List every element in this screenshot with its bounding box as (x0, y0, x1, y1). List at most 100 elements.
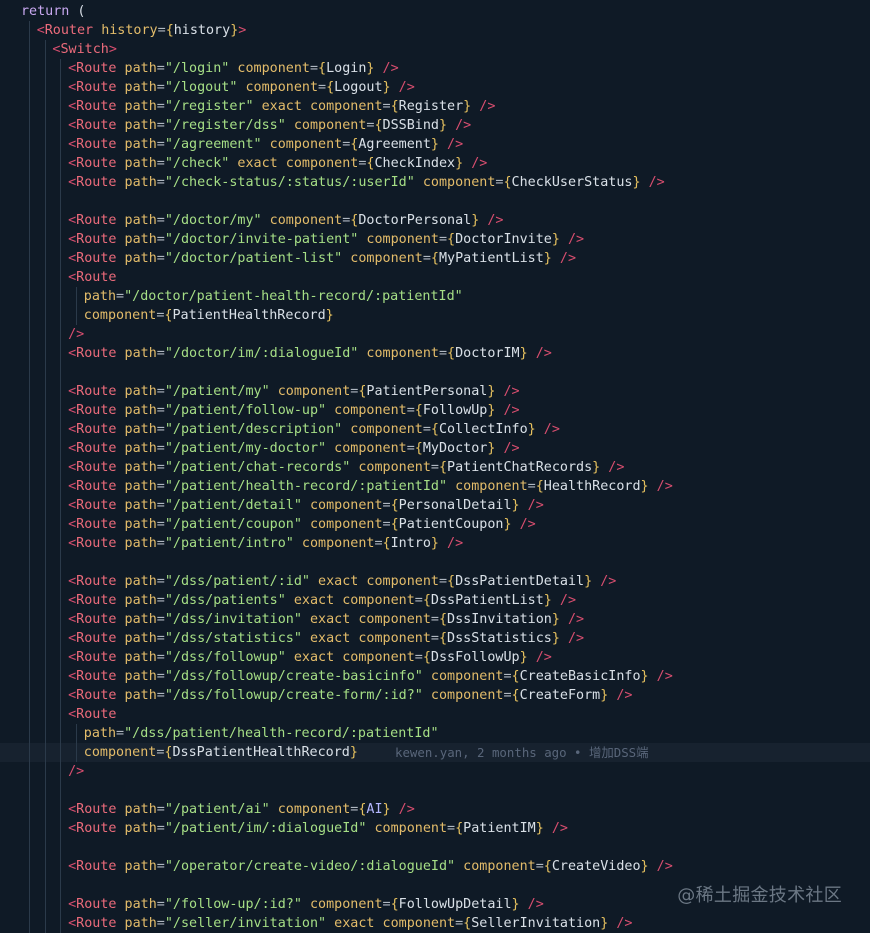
code-line[interactable]: <Route (0, 705, 870, 724)
code-token: /> (656, 859, 673, 874)
code-line[interactable] (0, 781, 870, 800)
code-line[interactable]: <Route path="/patient/my-doctor" compone… (0, 439, 870, 458)
indent-guide (45, 477, 46, 496)
code-line[interactable]: <Route path="/doctor/my" component={Doct… (0, 211, 870, 230)
code-token: /> (447, 536, 464, 551)
code-text: <Route path="/patient/detail" component=… (68, 496, 544, 515)
code-line[interactable]: <Route path="/dss/statistics" exact comp… (0, 629, 870, 648)
code-token: < (68, 536, 77, 551)
code-line[interactable]: <Route path="/patient/coupon" component=… (0, 515, 870, 534)
code-token: < (68, 669, 77, 684)
code-token: Route (76, 175, 117, 190)
code-line[interactable]: <Route path="/patient/detail" component=… (0, 496, 870, 515)
code-token: /> (616, 916, 633, 931)
code-token: = (156, 441, 165, 456)
code-line[interactable]: <Route path="/dss/invitation" exact comp… (0, 610, 870, 629)
code-line[interactable]: <Route path="/patient/intro" component={… (0, 534, 870, 553)
code-token: "/agreement" (164, 137, 262, 152)
code-line[interactable]: <Route path="/patient/ai" component={AI}… (0, 800, 870, 819)
code-line[interactable]: <Route path="/dss/followup/create-form/:… (0, 686, 870, 705)
code-token: Route (76, 650, 117, 665)
indent-guide (60, 154, 61, 173)
code-token: = (156, 80, 165, 95)
code-token: } (543, 251, 552, 266)
code-line[interactable] (0, 838, 870, 857)
code-line[interactable]: <Route path="/doctor/im/:dialogueId" com… (0, 344, 870, 363)
code-line[interactable]: <Route path="/agreement" component={Agre… (0, 135, 870, 154)
code-token: } (592, 460, 601, 475)
code-token: "/patient/description" (164, 422, 343, 437)
code-editor[interactable]: return (<Router history={history}> <Switc… (0, 0, 870, 933)
indent-guide (45, 553, 46, 572)
code-line[interactable] (0, 192, 870, 211)
code-token: "/patient/chat-records" (164, 460, 351, 475)
code-token: "/check-status/:status/:userId" (164, 175, 415, 190)
code-text: <Router history={history}> (37, 21, 247, 40)
code-token: Route (76, 517, 117, 532)
code-token: component (334, 403, 407, 418)
code-line[interactable]: <Route path="/dss/followup" exact compon… (0, 648, 870, 667)
indent-guide (60, 534, 61, 553)
code-token: component (455, 479, 528, 494)
indent-guide (60, 116, 61, 135)
code-token: HealthRecord (543, 479, 641, 494)
code-line[interactable]: <Route path="/patient/description" compo… (0, 420, 870, 439)
code-line[interactable]: <Route path="/patient/im/:dialogueId" co… (0, 819, 870, 838)
code-line[interactable]: <Route path="/login" component={Login} /… (0, 59, 870, 78)
code-line[interactable] (0, 363, 870, 382)
code-line[interactable]: <Route path="/patient/follow-up" compone… (0, 401, 870, 420)
code-token: /> (551, 821, 568, 836)
code-line[interactable]: <Route path="/patient/my" component={Pat… (0, 382, 870, 401)
code-line[interactable]: <Route path="/operator/create-video/:dia… (0, 857, 870, 876)
code-token: Route (76, 688, 117, 703)
code-line[interactable] (0, 553, 870, 572)
indent-guide (45, 97, 46, 116)
code-line[interactable]: <Route path="/logout" component={Logout}… (0, 78, 870, 97)
code-token: component (358, 631, 431, 646)
code-line[interactable]: <Route (0, 268, 870, 287)
code-line[interactable]: component={PatientHealthRecord} (0, 306, 870, 325)
code-line[interactable]: <Route path="/register" exact component=… (0, 97, 870, 116)
code-line[interactable]: <Route path="/check" exact component={Ch… (0, 154, 870, 173)
code-token: { (414, 441, 423, 456)
code-line[interactable]: <Route path="/dss/patients" exact compon… (0, 591, 870, 610)
code-token: } (382, 802, 391, 817)
code-token: PatientCoupon (398, 517, 504, 532)
code-line[interactable]: /> (0, 325, 870, 344)
git-blame-annotation[interactable]: kewen.yan, 2 months ago • 增加DSS端 (395, 743, 649, 762)
code-line[interactable]: path="/dss/patient/health-record/:patien… (0, 724, 870, 743)
indent-guide (29, 534, 30, 553)
code-line[interactable]: <Route path="/dss/patient/:id" exact com… (0, 572, 870, 591)
code-line[interactable]: path="/doctor/patient-health-record/:pat… (0, 287, 870, 306)
code-token: /> (559, 593, 577, 608)
code-line[interactable]: <Switch> (0, 40, 870, 59)
code-line[interactable]: return ( (0, 2, 870, 21)
indent-guide (60, 420, 61, 439)
indent-guide (45, 534, 46, 553)
indent-guide (76, 724, 77, 743)
indent-guide (60, 97, 61, 116)
code-line[interactable]: <Router history={history}> (0, 21, 870, 40)
code-line[interactable]: <Route path="/check-status/:status/:user… (0, 173, 870, 192)
code-line[interactable]: <Route path="/patient/health-record/:pat… (0, 477, 870, 496)
code-line[interactable]: <Route path="/doctor/patient-list" compo… (0, 249, 870, 268)
code-token: = (156, 536, 165, 551)
code-line[interactable]: <Route path="/register/dss" component={D… (0, 116, 870, 135)
code-line[interactable]: <Route path="/doctor/invite-patient" com… (0, 230, 870, 249)
code-line[interactable]: <Route path="/patient/chat-records" comp… (0, 458, 870, 477)
code-line[interactable]: /> (0, 762, 870, 781)
code-token: { (390, 99, 399, 114)
code-line[interactable]: <Route path="/seller/invitation" exact c… (0, 914, 870, 933)
code-token: /> (543, 422, 560, 437)
code-token: Route (76, 821, 117, 836)
code-line[interactable]: component={DssPatientHealthRecord} kewen.… (0, 743, 870, 762)
code-token: > (108, 42, 117, 57)
code-line[interactable]: <Route path="/dss/followup/create-basici… (0, 667, 870, 686)
code-token: { (447, 574, 456, 589)
indent-guide (29, 724, 30, 743)
